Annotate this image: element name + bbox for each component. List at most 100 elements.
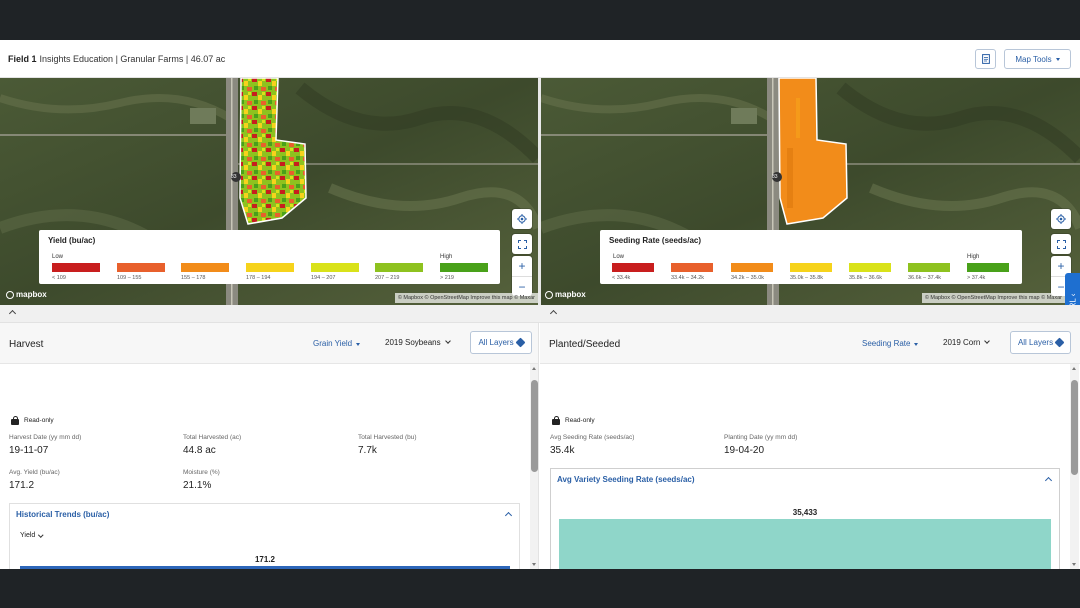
locate-button[interactable] [512,209,532,229]
zoom-controls: + − [512,256,532,296]
fullscreen-icon [517,239,527,249]
mapbox-icon [545,290,553,299]
mapbox-label: mapbox [555,290,586,299]
scrollbar-thumb[interactable] [531,380,538,472]
map-attribution[interactable]: © Mapbox © OpenStreetMap Improve this ma… [394,293,538,303]
legend-high-label: High [440,254,453,260]
harvest-scrollbar[interactable] [530,364,538,569]
chart-bar[interactable] [559,519,1051,569]
report-button[interactable] [975,49,996,69]
maps-collapse-bar[interactable] [0,305,1080,323]
legend-low-label: Low [52,254,64,260]
chevron-up-icon[interactable] [504,511,513,520]
chevron-down-icon [1055,57,1060,61]
metric-select[interactable]: Grain Yield [313,339,361,348]
lock-icon [552,416,560,425]
stat-label: Planting Date (yy mm dd) [724,434,798,441]
planted-panel-header: Planted/Seeded Seeding Rate 2019 Corn Al… [540,323,1080,364]
map-attribution[interactable]: © Mapbox © OpenStreetMap Improve this ma… [921,293,1065,303]
legend-range: 33.4k – 34.2k [671,275,705,281]
scroll-up-icon[interactable] [532,367,536,370]
metric-select-value: Grain Yield [313,339,353,348]
all-layers-button[interactable]: All Layers [470,331,532,354]
legend-range: 35.8k – 36.6k [849,275,883,281]
field-name: Field 1 [8,53,37,64]
locate-icon [1056,214,1066,224]
stat-label: Avg Seeding Rate (seeds/ac) [550,434,635,441]
seeding-legend: Seeding Rate (seeds/ac) Low High < 33.4k… [600,230,1022,284]
stat-value: 7.7k [358,445,377,456]
stat-label: Total Harvested (bu) [358,434,417,441]
legend-range: 34.2k – 35.0k [731,275,765,281]
chevron-down-icon [38,532,44,537]
map-tools-label: Map Tools [1015,54,1052,64]
season-select-value: 2019 Soybeans [385,338,441,347]
legend-range: 207 – 219 [375,275,400,281]
chevron-up-icon[interactable] [1044,476,1053,485]
planted-scrollbar[interactable] [1070,364,1079,569]
stat-label: Total Harvested (ac) [183,434,242,441]
trends-metric-select[interactable]: Yield [20,532,44,539]
read-only-indicator: Read-only [11,416,54,425]
chevron-up-icon[interactable] [549,309,558,318]
chevron-down-icon [984,338,991,344]
legend-swatch [440,263,488,272]
harvest-panel: Harvest Grain Yield 2019 Soybeans All La… [0,323,539,569]
season-select[interactable]: 2019 Soybeans [385,331,451,354]
stat-label: Harvest Date (yy mm dd) [9,434,82,441]
metric-select-value: Seeding Rate [862,339,911,348]
variety-seeding-chart: 35,433 [559,505,1051,569]
legend-swatch [908,263,950,272]
season-select[interactable]: 2019 Corn [943,331,991,354]
legend-swatch [849,263,891,272]
season-select-value: 2019 Corn [943,338,981,347]
scroll-down-icon[interactable] [1072,563,1076,566]
legend-range: > 219 [440,275,454,281]
chart-svg: 171.2 [20,555,510,569]
all-layers-label: All Layers [1017,338,1054,347]
legend-swatch [967,263,1009,272]
card-title: Avg Variety Seeding Rate (seeds/ac) [557,475,695,484]
fullscreen-button[interactable] [1051,234,1071,254]
legend-swatch [246,263,294,272]
metric-select[interactable]: Seeding Rate [862,339,919,348]
mapbox-logo[interactable]: mapbox [545,290,586,299]
legend-range: > 37.4k [967,275,986,281]
yield-map[interactable]: 83 + − Yield (bu/ac) Low High < 109 109 … [0,78,538,305]
map-tools-button[interactable]: Map Tools [1004,49,1071,69]
legend-swatch [117,263,165,272]
card-title: Historical Trends (bu/ac) [16,510,110,519]
all-layers-button[interactable]: All Layers [1010,331,1071,354]
chart-svg: 35,433 [559,508,1051,569]
lock-icon [11,416,19,425]
locate-button[interactable] [1051,209,1071,229]
legend-swatch [52,263,100,272]
window-bottom-bar [0,569,1080,608]
scroll-down-icon[interactable] [532,563,536,566]
mapbox-logo[interactable]: mapbox [6,290,47,299]
panel-title: Planted/Seeded [549,339,621,350]
legend-range: 155 – 178 [181,275,206,281]
legend-low-label: Low [613,254,625,260]
seeding-map[interactable]: 83 + − Seeding Rate (seeds/ac) Low High [541,78,1080,305]
harvest-panel-header: Harvest Grain Yield 2019 Soybeans All La… [0,323,538,364]
stat-value: 21.1% [183,480,212,491]
zoom-in-button[interactable]: + [512,256,532,276]
historical-trends-chart: 171.2 [20,552,510,569]
read-only-label: Read-only [24,417,54,424]
layers-icon [1054,337,1065,348]
legend-range: < 109 [52,275,66,281]
fullscreen-button[interactable] [512,234,532,254]
legend-range: 35.0k – 35.8k [790,275,824,281]
stat-value: 35.4k [550,445,575,456]
read-only-indicator: Read-only [552,416,595,425]
legend-swatch [790,263,832,272]
field-header: Field 1 Insights Education | Granular Fa… [0,40,1080,78]
chevron-up-icon[interactable] [8,309,17,318]
layers-icon [515,337,526,348]
scrollbar-thumb[interactable] [1071,380,1078,475]
scroll-up-icon[interactable] [1072,367,1076,370]
legend-swatch [612,263,654,272]
legend-title: Seeding Rate (seeds/ac) [609,236,702,245]
highway-shield: 83 [231,174,237,180]
